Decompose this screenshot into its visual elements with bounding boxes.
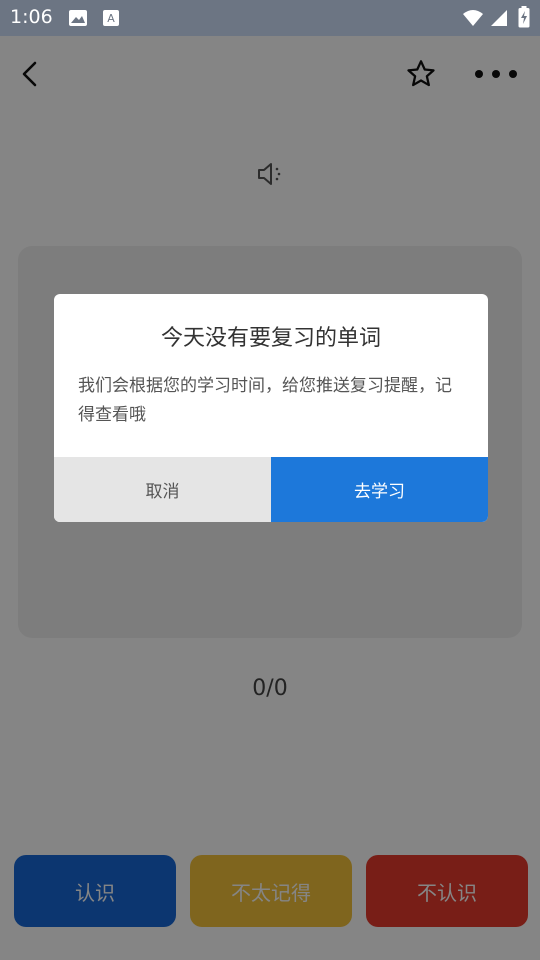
battery-charging-icon [518, 6, 530, 32]
review-dialog: 今天没有要复习的单词 我们会根据您的学习时间，给您推送复习提醒，记得查看哦 取消… [54, 294, 488, 522]
dialog-title: 今天没有要复习的单词 [160, 326, 381, 351]
keyboard-a-icon: A [102, 9, 120, 31]
signal-icon [490, 9, 508, 31]
image-icon [68, 9, 88, 31]
status-bar: 1:06 A [0, 0, 540, 36]
wifi-icon [462, 9, 484, 31]
dialog-message: 我们会根据您的学习时间，给您推送复习提醒，记得查看哦 [78, 376, 452, 425]
status-time: 1:06 [10, 6, 53, 28]
go-study-button[interactable]: 去学习 [271, 457, 488, 522]
svg-text:A: A [107, 12, 115, 25]
cancel-button[interactable]: 取消 [54, 457, 271, 522]
